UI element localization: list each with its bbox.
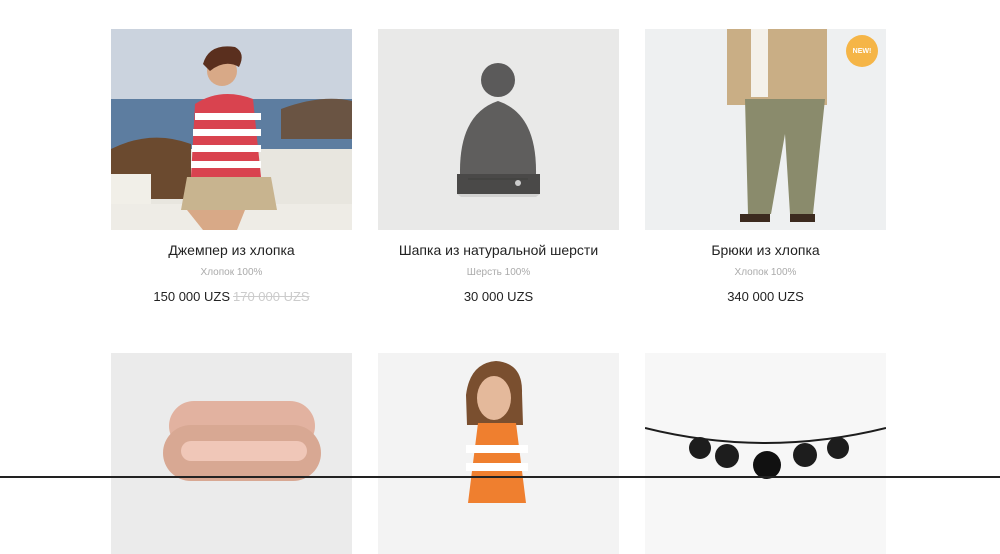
old-price: 170 000 UZS xyxy=(233,289,310,304)
product-title[interactable]: Брюки из хлопка xyxy=(645,242,886,258)
product-subtitle: Шерсть 100% xyxy=(466,267,531,278)
current-price: 30 000 UZS xyxy=(463,289,534,304)
product-subtitle: Хлопок 100% xyxy=(734,267,797,278)
current-price: 150 000 UZS xyxy=(153,289,230,304)
product-price: 150 000 UZS 170 000 UZS xyxy=(111,289,352,304)
product-image[interactable] xyxy=(378,29,619,230)
product-price: 340 000 UZS xyxy=(645,289,886,304)
new-badge: NEW! xyxy=(846,35,878,67)
product-image[interactable] xyxy=(111,353,352,554)
product-price: 30 000 UZS xyxy=(378,289,619,304)
product-subtitle: Хлопок 100% xyxy=(200,267,263,278)
current-price: 340 000 UZS xyxy=(727,289,804,304)
product-title[interactable]: Шапка из натуральной шерсти xyxy=(378,242,619,258)
product-image[interactable]: NEW! xyxy=(645,29,886,230)
product-image[interactable] xyxy=(645,353,886,554)
product-image[interactable] xyxy=(111,29,352,230)
product-title[interactable]: Джемпер из хлопка xyxy=(111,242,352,258)
product-image[interactable] xyxy=(378,353,619,554)
